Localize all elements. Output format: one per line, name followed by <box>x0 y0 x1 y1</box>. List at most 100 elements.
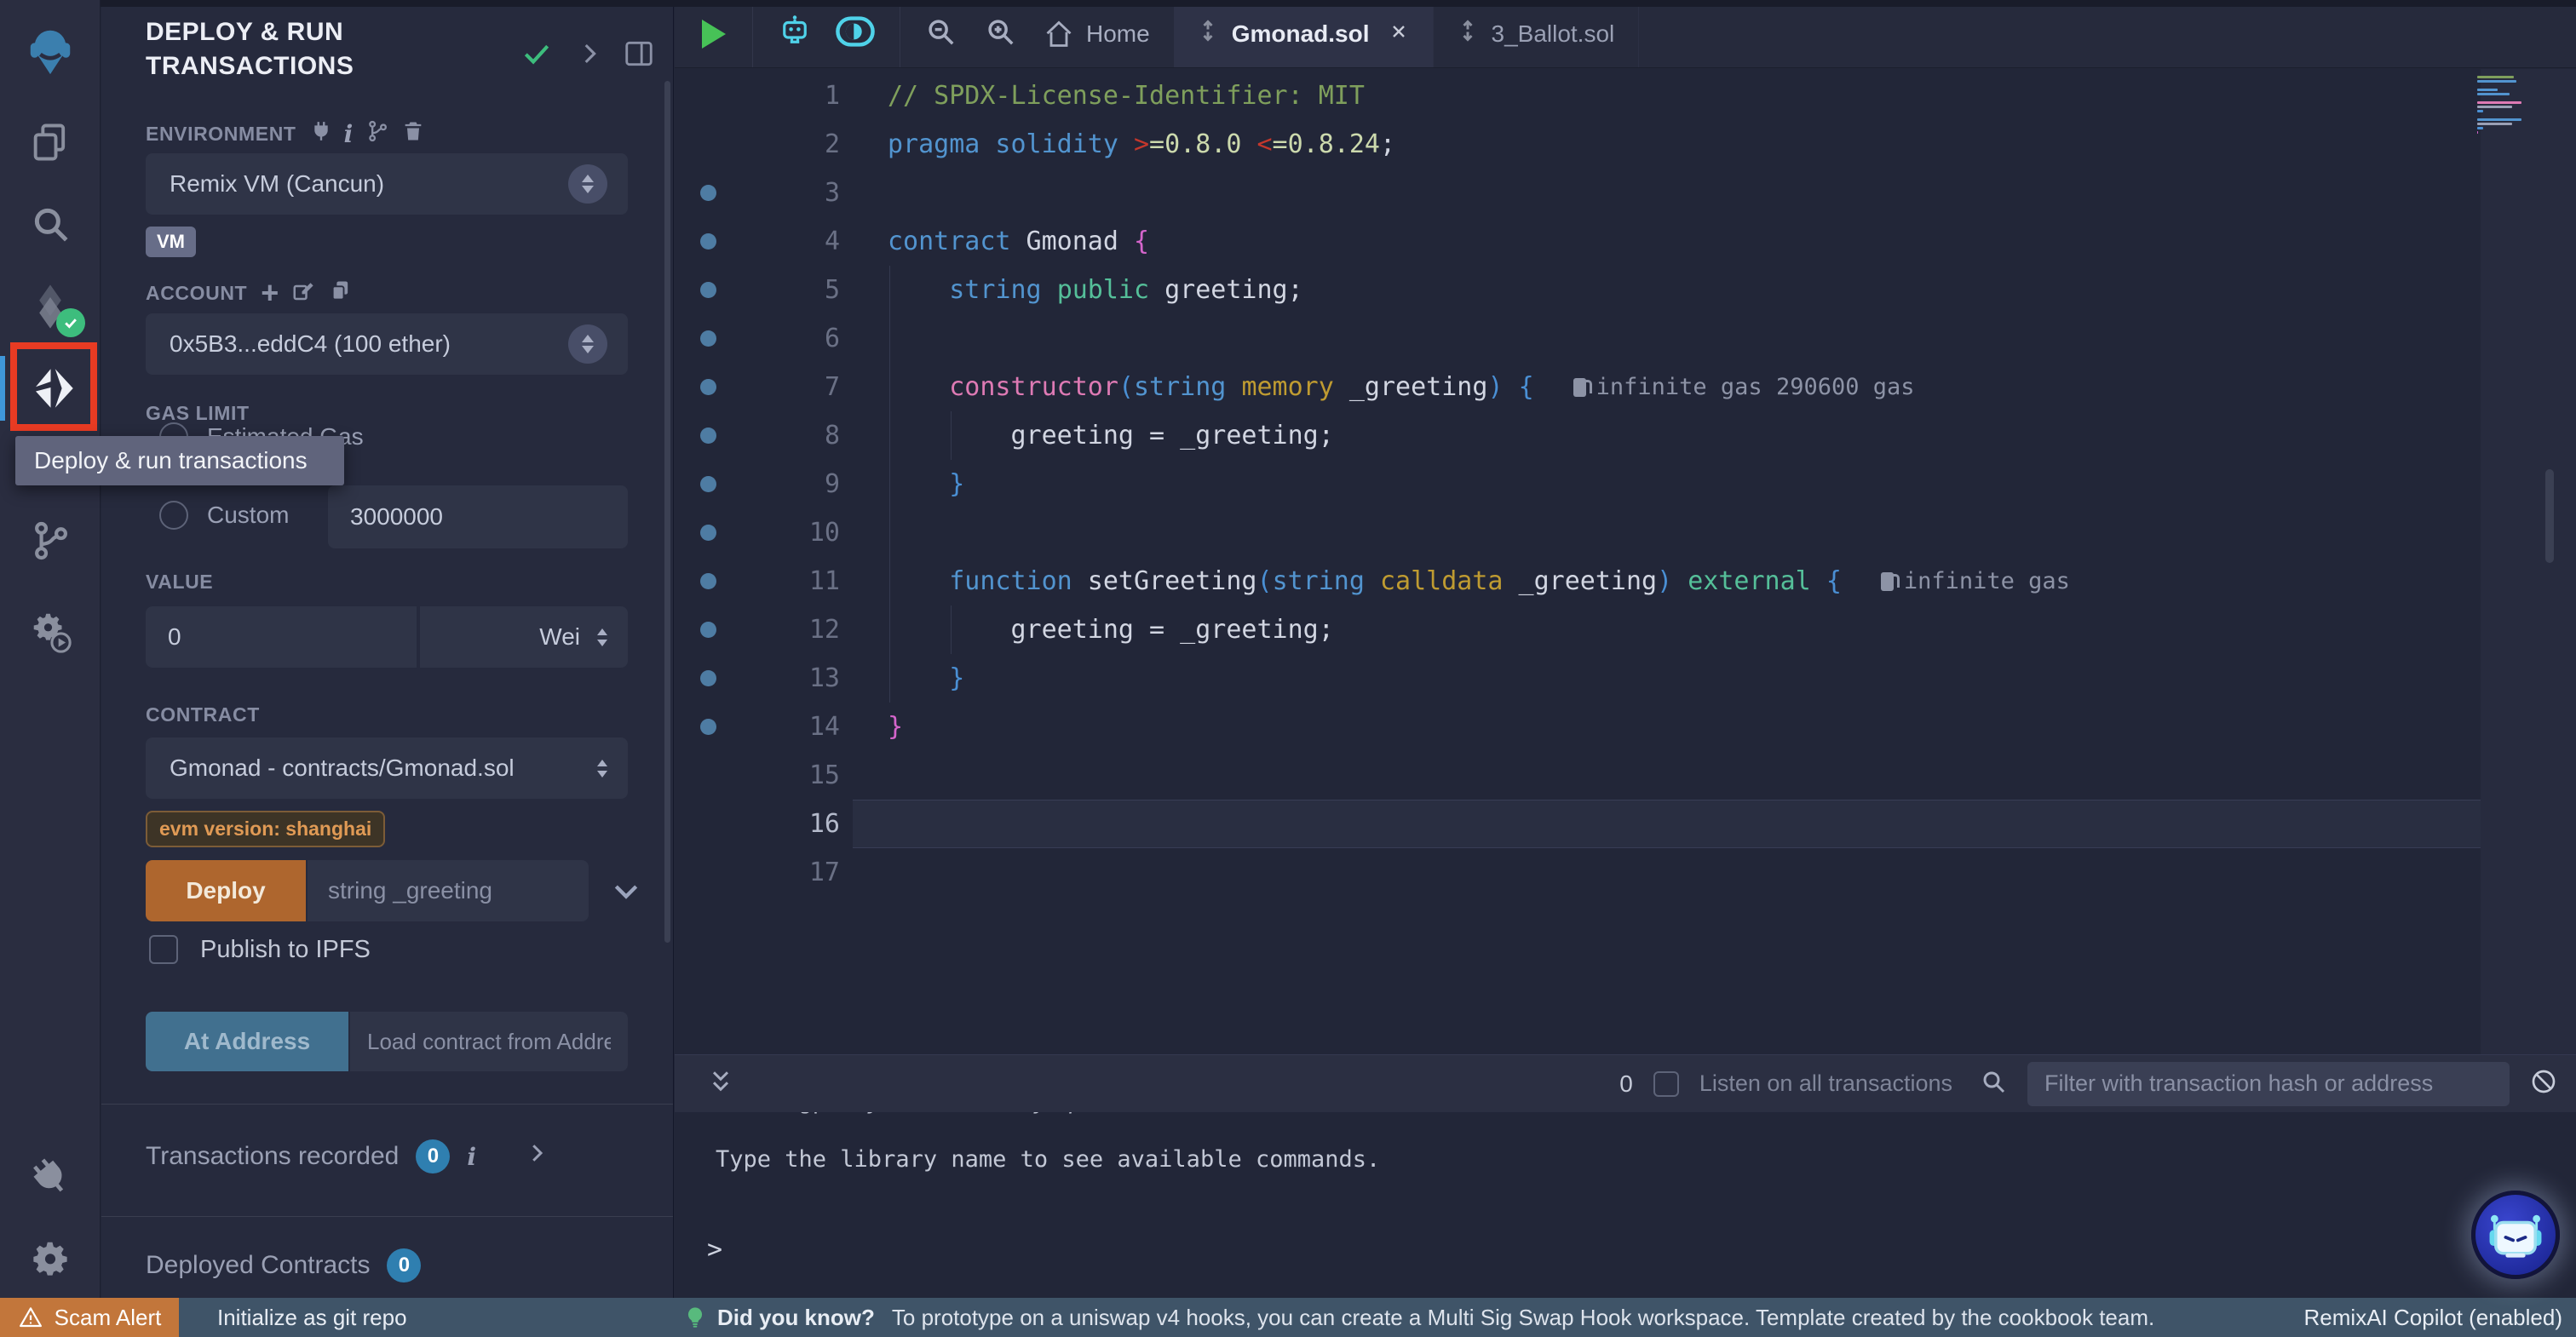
line-number[interactable]: 13 <box>675 663 840 693</box>
init-git-repo-button[interactable]: Initialize as git repo <box>217 1298 407 1337</box>
line-number[interactable]: 15 <box>675 760 840 790</box>
line-number[interactable]: 10 <box>675 518 840 548</box>
code-line-13[interactable]: 13 } <box>675 654 2576 703</box>
account-select[interactable]: 0x5B3...eddC4 (100 ether) <box>146 313 628 375</box>
custom-gas-radio-row[interactable]: Custom <box>159 501 289 530</box>
line-number[interactable]: 8 <box>675 421 840 450</box>
code-line-4[interactable]: 4contract Gmonad { <box>675 217 2576 266</box>
zoom-out-icon[interactable] <box>924 15 957 52</box>
run-script-button[interactable] <box>675 0 752 67</box>
minimap[interactable] <box>2477 76 2521 148</box>
tab-ballot-sol[interactable]: 3_Ballot.sol <box>1434 0 1640 67</box>
transactions-expand-chevron-icon[interactable] <box>524 1140 549 1173</box>
line-number[interactable]: 4 <box>675 227 840 256</box>
line-number[interactable]: 3 <box>675 178 840 208</box>
expand-deploy-chevron-icon[interactable] <box>609 874 643 912</box>
constructor-arg-input[interactable] <box>308 860 589 921</box>
code-line-6[interactable]: 6 <box>675 314 2576 363</box>
clear-console-ban-icon[interactable] <box>2530 1068 2557 1099</box>
code-line-12[interactable]: 12 greeting = _greeting; <box>675 605 2576 654</box>
line-number[interactable]: 1 <box>675 81 840 111</box>
custom-gas-radio[interactable] <box>159 501 188 530</box>
code-line-3[interactable]: 3 <box>675 169 2576 217</box>
line-number[interactable]: 11 <box>675 566 840 596</box>
remix-logo-icon[interactable] <box>24 25 77 77</box>
tab-gmonad-sol[interactable]: Gmonad.sol <box>1174 0 1434 67</box>
code-line-10[interactable]: 10 <box>675 508 2576 557</box>
settings-gear-icon[interactable] <box>29 1237 72 1280</box>
code-line-17[interactable]: 17 <box>675 848 2576 897</box>
line-number[interactable]: 16 <box>675 809 840 839</box>
contract-value: Gmonad - contracts/Gmonad.sol <box>170 755 597 782</box>
editor-scrollbar-area[interactable] <box>2481 69 2576 1054</box>
code-line-15[interactable]: 15 <box>675 751 2576 800</box>
line-number[interactable]: 5 <box>675 275 840 305</box>
publish-ipfs-row[interactable]: Publish to IPFS <box>149 935 371 964</box>
code-line-7[interactable]: 7 constructor(string memory _greeting) {… <box>675 363 2576 411</box>
sign-message-icon[interactable] <box>291 278 317 308</box>
deploy-button[interactable]: Deploy <box>146 860 306 921</box>
copilot-toggle-icon[interactable] <box>835 15 876 52</box>
environment-select[interactable]: Remix VM (Cancun) <box>146 153 628 215</box>
at-address-button[interactable]: At Address <box>146 1012 348 1071</box>
line-number[interactable]: 14 <box>675 712 840 742</box>
copy-address-icon[interactable] <box>329 278 353 307</box>
fork-state-icon[interactable] <box>365 119 389 148</box>
git-icon[interactable] <box>29 519 72 562</box>
close-tab-icon[interactable] <box>1389 20 1409 48</box>
code-line-1[interactable]: 1// SPDX-License-Identifier: MIT <box>675 72 2576 120</box>
code-text: constructor(string memory _greeting) { <box>888 372 1534 402</box>
gas-estimate-annotation: infinite gas 290600 gas <box>1573 374 1915 400</box>
panel-pin-chevron-icon[interactable] <box>575 39 604 72</box>
line-number[interactable]: 7 <box>675 372 840 402</box>
value-input[interactable] <box>146 606 417 668</box>
plugin-runner-icon[interactable] <box>27 609 73 655</box>
remixai-assistant-button[interactable] <box>2471 1191 2560 1279</box>
publish-ipfs-checkbox[interactable] <box>149 935 178 964</box>
panel-scrollbar[interactable] <box>664 81 670 943</box>
line-number[interactable]: 12 <box>675 615 840 645</box>
copilot-status[interactable]: RemixAI Copilot (enabled) <box>2304 1298 2562 1337</box>
code-text: function setGreeting(string calldata _gr… <box>888 566 1842 596</box>
connect-plug-icon[interactable] <box>310 120 332 147</box>
terminal-search-icon[interactable] <box>1980 1068 2007 1099</box>
terminal-prompt[interactable]: > <box>707 1235 722 1265</box>
deploy-run-panel: DEPLOY & RUN TRANSACTIONS ENVIRONMENT i … <box>101 0 674 1298</box>
zoom-home-group: Home <box>900 0 1174 67</box>
code-line-2[interactable]: 2pragma solidity >=0.8.0 <=0.8.24; <box>675 120 2576 169</box>
plugin-manager-icon[interactable] <box>29 1156 72 1198</box>
delete-state-trash-icon[interactable] <box>401 119 425 148</box>
code-line-5[interactable]: 5 string public greeting; <box>675 266 2576 314</box>
scrollbar-thumb[interactable] <box>2545 469 2554 563</box>
custom-gas-input[interactable] <box>328 485 628 548</box>
code-editor[interactable]: 1// SPDX-License-Identifier: MIT2pragma … <box>675 69 2576 1054</box>
contract-select[interactable]: Gmonad - contracts/Gmonad.sol <box>146 737 628 799</box>
panel-title: DEPLOY & RUN TRANSACTIONS <box>146 15 512 83</box>
transaction-filter-input[interactable] <box>2027 1062 2510 1106</box>
code-line-16[interactable]: 16 <box>675 800 2576 848</box>
terminal-collapse-icon[interactable] <box>707 1068 734 1099</box>
add-account-icon[interactable]: + <box>261 284 279 301</box>
search-icon[interactable] <box>29 203 72 245</box>
at-address-input[interactable] <box>350 1012 628 1071</box>
remixai-robot-icon[interactable] <box>777 14 813 54</box>
line-number[interactable]: 6 <box>675 324 840 353</box>
code-line-14[interactable]: 14} <box>675 703 2576 751</box>
tab-home[interactable]: Home <box>1044 19 1150 49</box>
file-explorer-icon[interactable] <box>28 120 72 164</box>
value-unit-select[interactable]: Wei <box>418 606 628 668</box>
line-number[interactable]: 9 <box>675 469 840 499</box>
environment-info-icon[interactable]: i <box>344 120 354 148</box>
line-number[interactable]: 2 <box>675 129 840 159</box>
tab-bar: Home Gmonad.sol 3_Ballot.sol <box>675 0 2576 68</box>
line-number[interactable]: 17 <box>675 858 840 887</box>
transactions-info-icon[interactable]: i <box>467 1143 476 1171</box>
panel-check-icon[interactable] <box>520 37 553 74</box>
code-line-9[interactable]: 9 } <box>675 460 2576 508</box>
scam-alert[interactable]: Scam Alert <box>0 1298 179 1337</box>
panel-layout-icon[interactable] <box>623 37 655 74</box>
code-line-8[interactable]: 8 greeting = _greeting; <box>675 411 2576 460</box>
listen-all-checkbox[interactable] <box>1653 1071 1679 1097</box>
code-line-11[interactable]: 11 function setGreeting(string calldata … <box>675 557 2576 605</box>
zoom-in-icon[interactable] <box>984 15 1016 52</box>
